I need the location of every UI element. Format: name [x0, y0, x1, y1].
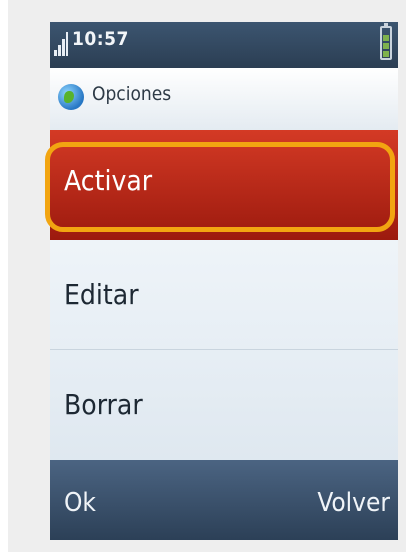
- clock-time: 10:57: [72, 28, 129, 50]
- options-header: Opciones: [50, 68, 398, 130]
- globe-icon: [58, 84, 84, 110]
- status-bar: 10:57: [50, 22, 398, 68]
- ok-softkey[interactable]: Ok: [64, 488, 96, 518]
- signal-strength-icon: [54, 32, 68, 56]
- menu-item-borrar[interactable]: Borrar: [50, 350, 398, 460]
- menu-item-editar[interactable]: Editar: [50, 240, 398, 350]
- menu-item-label: Editar: [64, 278, 139, 311]
- menu-item-label: Borrar: [64, 388, 143, 421]
- page-title: Opciones: [92, 83, 172, 105]
- battery-icon: [380, 23, 392, 60]
- back-softkey[interactable]: Volver: [317, 488, 390, 518]
- selection-highlight-ring: [45, 142, 395, 232]
- screenshot-frame: 10:57 Opciones Activar Editar Borrar Ok …: [8, 0, 406, 552]
- phone-screen: 10:57 Opciones Activar Editar Borrar Ok …: [50, 22, 398, 540]
- soft-key-bar: Ok Volver: [50, 460, 398, 540]
